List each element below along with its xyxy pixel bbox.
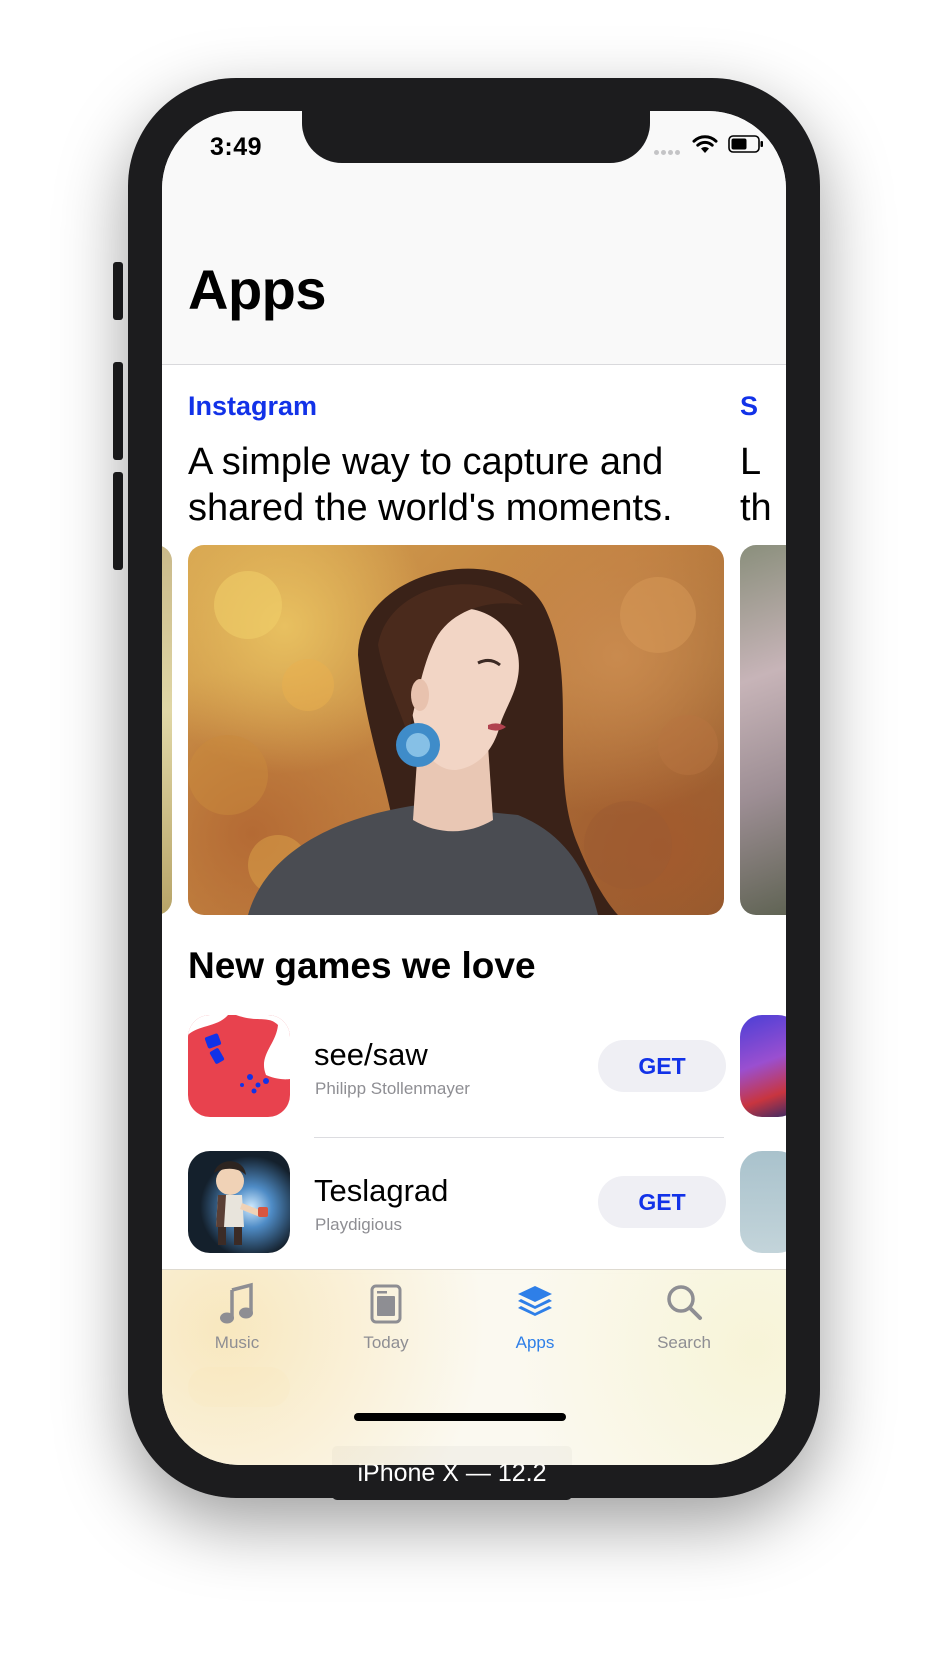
tab-label: Apps <box>515 1333 555 1352</box>
game-developer: Playdigious <box>315 1215 402 1234</box>
get-button[interactable]: GET <box>598 1176 726 1228</box>
search-icon <box>667 1285 702 1320</box>
cellular-signal-icon <box>654 150 688 156</box>
tab-apps[interactable]: Apps <box>460 1278 610 1358</box>
mute-switch <box>113 262 123 320</box>
featured-image[interactable] <box>188 545 724 915</box>
portrait-illustration <box>188 568 718 915</box>
previous-featured-card[interactable] <box>162 545 172 915</box>
next-headline-line-2: th <box>740 487 772 529</box>
next-headline-line-1: L <box>740 441 762 483</box>
game-row[interactable]: see/saw Philipp Stollenmayer GET <box>188 1015 786 1119</box>
game-name: see/saw <box>314 1037 428 1072</box>
next-game-peek[interactable] <box>740 1151 786 1253</box>
volume-down-button <box>113 472 123 570</box>
featured-app-name[interactable]: Instagram <box>188 391 317 422</box>
tab-search[interactable]: Search <box>609 1278 759 1358</box>
section-title: New games we love <box>188 945 536 986</box>
status-time: 3:49 <box>210 133 263 161</box>
next-featured-app-name[interactable]: S <box>740 391 786 422</box>
today-icon <box>370 1284 402 1324</box>
featured-headline: A simple way to capture and shared the w… <box>188 441 673 529</box>
next-game-peek[interactable] <box>740 1015 786 1117</box>
tab-today[interactable]: Today <box>311 1278 461 1358</box>
game-developer: Philipp Stollenmayer <box>315 1079 470 1098</box>
tab-label: Today <box>363 1333 409 1352</box>
battery-icon <box>728 135 763 153</box>
game-row[interactable]: Teslagrad Playdigious GET <box>188 1151 786 1255</box>
tab-bar: Music Today Apps Search <box>162 1269 786 1465</box>
see-saw-icon[interactable] <box>188 1015 290 1117</box>
row-divider <box>314 1137 724 1138</box>
get-button[interactable]: GET <box>598 1040 726 1092</box>
wifi-icon <box>692 135 718 153</box>
game-name: Teslagrad <box>314 1173 449 1208</box>
page-title: Apps <box>188 258 327 321</box>
tab-music[interactable]: Music <box>162 1278 312 1358</box>
home-indicator[interactable] <box>354 1413 566 1421</box>
tab-label: Search <box>657 1333 711 1352</box>
notch <box>302 111 650 163</box>
next-featured-headline: L th <box>740 439 786 531</box>
apps-stack-icon <box>518 1286 552 1316</box>
screen: 3:49 Apps Instagram A simple way to capt… <box>162 111 786 1465</box>
iphone-frame: 3:49 Apps Instagram A simple way to capt… <box>128 78 820 1498</box>
next-featured-card[interactable] <box>740 545 786 915</box>
tab-label: Music <box>214 1333 260 1352</box>
volume-up-button <box>113 362 123 460</box>
music-note-icon <box>220 1282 253 1324</box>
teslagrad-icon[interactable] <box>188 1151 290 1253</box>
